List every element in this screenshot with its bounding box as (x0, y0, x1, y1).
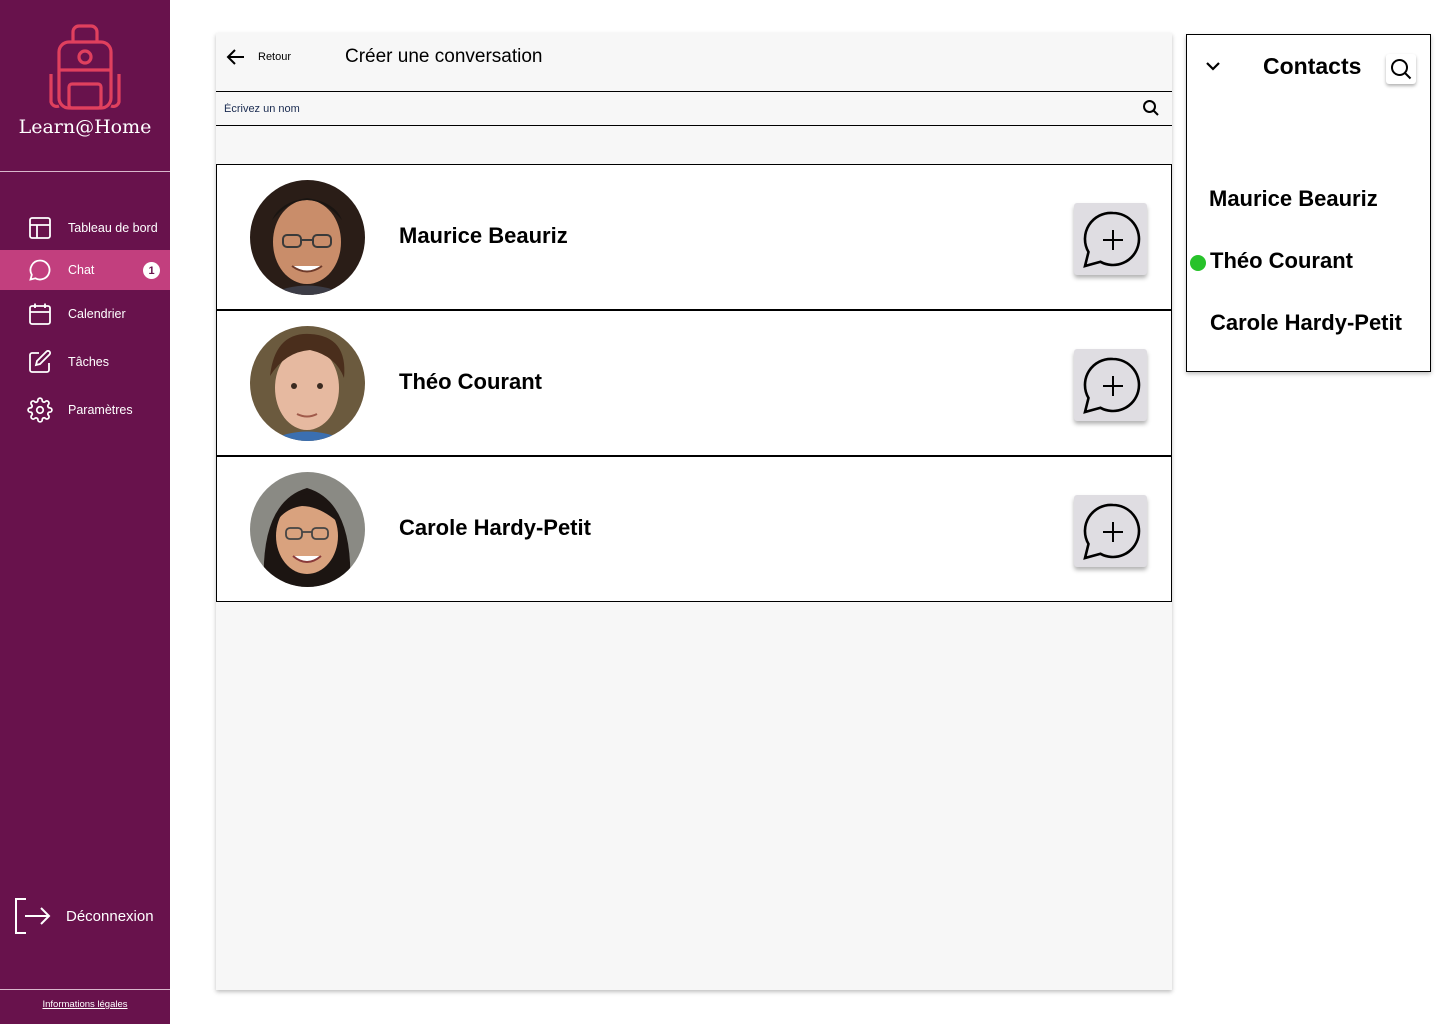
chat-plus-icon (1082, 211, 1140, 268)
contact-row[interactable]: Théo Courant (216, 310, 1172, 456)
contacts-panel: Contacts Maurice Beauriz Théo Courant Ca… (1186, 34, 1431, 372)
avatar (250, 472, 365, 587)
name-search-input[interactable] (224, 98, 1124, 120)
sidebar-divider (0, 171, 170, 172)
contact-row[interactable]: Maurice Beauriz (216, 164, 1172, 310)
create-conversation-panel: Retour Créer une conversation Maurice Be… (216, 33, 1172, 990)
sidebar-item-tasks[interactable]: Tâches (0, 342, 170, 382)
legal-link[interactable]: Informations légales (0, 999, 170, 1010)
sidebar-item-label: Tableau de bord (68, 221, 158, 235)
backpack-icon (49, 24, 121, 110)
avatar (250, 180, 365, 295)
contact-list-item[interactable]: Théo Courant (1210, 248, 1353, 274)
sidebar-item-label: Chat (68, 263, 95, 277)
contacts-title: Contacts (1263, 53, 1362, 79)
gear-icon (27, 397, 53, 423)
sidebar-item-calendar[interactable]: Calendrier (0, 294, 170, 334)
sidebar-item-chat[interactable]: Chat 1 (0, 250, 170, 290)
arrow-left-icon (226, 49, 244, 65)
chevron-down-icon[interactable] (1205, 59, 1221, 73)
contacts-search-button[interactable] (1386, 54, 1416, 84)
contact-name: Carole Hardy-Petit (399, 515, 591, 540)
logout-label: Déconnexion (66, 907, 154, 925)
dashboard-icon (27, 215, 53, 241)
contact-name: Théo Courant (399, 369, 542, 394)
search-bar (216, 91, 1172, 126)
start-chat-button[interactable] (1074, 349, 1147, 421)
sidebar-item-label: Paramètres (68, 403, 133, 417)
chat-icon (27, 257, 53, 283)
contact-name: Maurice Beauriz (399, 223, 568, 248)
chat-plus-icon (1082, 357, 1140, 414)
start-chat-button[interactable] (1074, 203, 1147, 275)
back-button[interactable]: Retour (226, 47, 291, 67)
sidebar-item-label: Calendrier (68, 307, 126, 321)
page-title: Créer une conversation (345, 46, 543, 67)
back-label: Retour (258, 51, 292, 63)
logout-icon (15, 898, 51, 934)
online-status-dot (1190, 255, 1206, 271)
sidebar-divider (0, 989, 170, 990)
logout-button[interactable]: Déconnexion (12, 896, 154, 936)
app-name: Learn@Home (18, 116, 152, 138)
sidebar-item-label: Tâches (68, 355, 109, 369)
avatar (250, 326, 365, 441)
edit-icon (27, 349, 53, 375)
unread-badge: 1 (143, 262, 160, 279)
search-icon[interactable] (1142, 99, 1160, 117)
search-icon (1391, 59, 1412, 80)
app-logo[interactable]: Learn@Home (0, 22, 170, 138)
contact-list-item[interactable]: Maurice Beauriz (1209, 186, 1378, 212)
sidebar: Learn@Home Tableau de bord Chat 1 Calend… (0, 0, 170, 1024)
chat-plus-icon (1082, 503, 1140, 560)
calendar-icon (27, 301, 53, 327)
contact-row[interactable]: Carole Hardy-Petit (216, 456, 1172, 602)
sidebar-item-settings[interactable]: Paramètres (0, 390, 170, 430)
start-chat-button[interactable] (1074, 495, 1147, 567)
sidebar-item-dashboard[interactable]: Tableau de bord (0, 208, 170, 248)
contact-list-item[interactable]: Carole Hardy-Petit (1210, 310, 1402, 336)
